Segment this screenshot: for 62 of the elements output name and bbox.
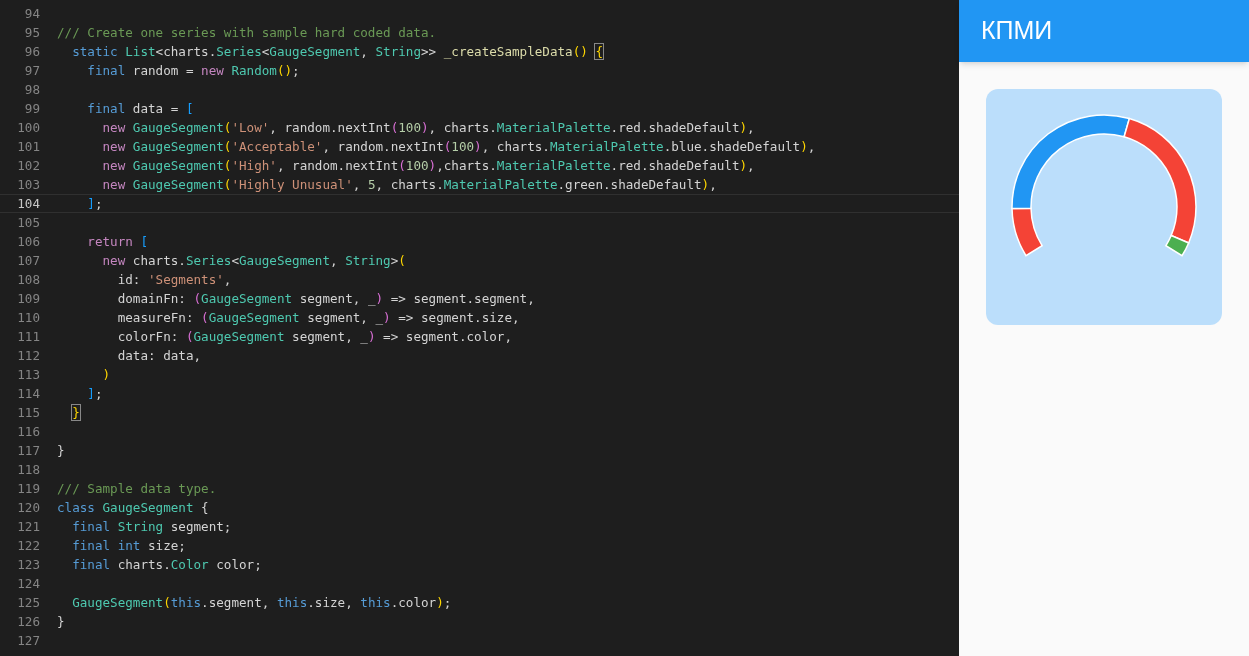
code-line: } bbox=[72, 404, 80, 422]
app-title: КПМИ bbox=[981, 15, 1053, 47]
line-number: 115 bbox=[16, 404, 40, 422]
line-number: 99 bbox=[23, 100, 40, 118]
code-line: final random = new Random(); bbox=[87, 62, 300, 80]
code-line: measureFn: (GaugeSegment segment, _) => segment.size, bbox=[117, 309, 520, 327]
code-line: new charts.Series<GaugeSegment, String>( bbox=[102, 252, 406, 270]
code-line: ) bbox=[102, 366, 111, 384]
code-line: return [ bbox=[87, 233, 148, 251]
code-line: } bbox=[57, 613, 65, 631]
line-number: 123 bbox=[16, 556, 40, 574]
line-number: 117 bbox=[16, 442, 40, 460]
line-number: 100 bbox=[16, 119, 40, 137]
code-line: id: 'Segments', bbox=[117, 271, 232, 289]
line-number: 101 bbox=[16, 138, 40, 156]
line-number: 109 bbox=[16, 290, 40, 308]
code-line: /// Create one series with sample hard coded data. bbox=[57, 24, 437, 42]
line-number: 118 bbox=[16, 461, 40, 479]
line-number: 107 bbox=[16, 252, 40, 270]
line-number: 127 bbox=[16, 632, 40, 650]
code-line: final String segment; bbox=[72, 518, 232, 536]
line-number: 119 bbox=[16, 480, 40, 498]
code-line: colorFn: (GaugeSegment segment, _) => segment.color, bbox=[117, 328, 512, 346]
code-line: domainFn: (GaugeSegment segment, _) => segment.segment, bbox=[117, 290, 535, 308]
line-number: 112 bbox=[16, 347, 40, 365]
line-number: 113 bbox=[16, 366, 40, 384]
line-number: 95 bbox=[23, 24, 40, 42]
line-number: 98 bbox=[23, 81, 40, 99]
line-number: 114 bbox=[16, 385, 40, 403]
code-line: new GaugeSegment('Low', random.nextInt(100), charts.MaterialPalette.red.shadeDefault), bbox=[102, 119, 755, 137]
code-line: GaugeSegment(this.segment, this.size, this.color); bbox=[72, 594, 452, 612]
line-number: 96 bbox=[23, 43, 40, 61]
line-number: 104 bbox=[16, 195, 40, 213]
code-line: ]; bbox=[87, 195, 103, 213]
line-number: 103 bbox=[16, 176, 40, 194]
code-line: final charts.Color color; bbox=[72, 556, 262, 574]
line-number: 106 bbox=[16, 233, 40, 251]
line-number: 102 bbox=[16, 157, 40, 175]
code-line: } bbox=[57, 442, 65, 460]
line-number: 122 bbox=[16, 537, 40, 555]
code-line: final data = [ bbox=[87, 100, 194, 118]
line-number: 105 bbox=[16, 214, 40, 232]
code-line: /// Sample data type. bbox=[57, 480, 217, 498]
line-number: 111 bbox=[16, 328, 40, 346]
code-line: new GaugeSegment('High', random.nextInt(100),charts.MaterialPalette.red.shadeDefault), bbox=[102, 157, 755, 175]
line-number: 126 bbox=[16, 613, 40, 631]
line-number: 110 bbox=[16, 309, 40, 327]
line-number: 125 bbox=[16, 594, 40, 612]
line-number: 124 bbox=[16, 575, 40, 593]
code-line: new GaugeSegment('Acceptable', random.nextInt(100), charts.MaterialPalette.blue.shadeDefault), bbox=[102, 138, 816, 156]
code-line: final int size; bbox=[72, 537, 186, 555]
line-number: 120 bbox=[16, 499, 40, 517]
line-number: 94 bbox=[23, 5, 40, 23]
code-line: ]; bbox=[87, 385, 103, 403]
code-line: static List<charts.Series<GaugeSegment, String>> _createSampleData() { bbox=[72, 43, 603, 61]
line-number: 108 bbox=[16, 271, 40, 289]
code-line: class GaugeSegment { bbox=[57, 499, 209, 517]
line-number: 97 bbox=[23, 62, 40, 80]
code-line: data: data, bbox=[117, 347, 202, 365]
line-number: 116 bbox=[16, 423, 40, 441]
line-number: 121 bbox=[16, 518, 40, 536]
code-line: new GaugeSegment('Highly Unusual', 5, charts.MaterialPalette.green.shadeDefault), bbox=[102, 176, 717, 194]
